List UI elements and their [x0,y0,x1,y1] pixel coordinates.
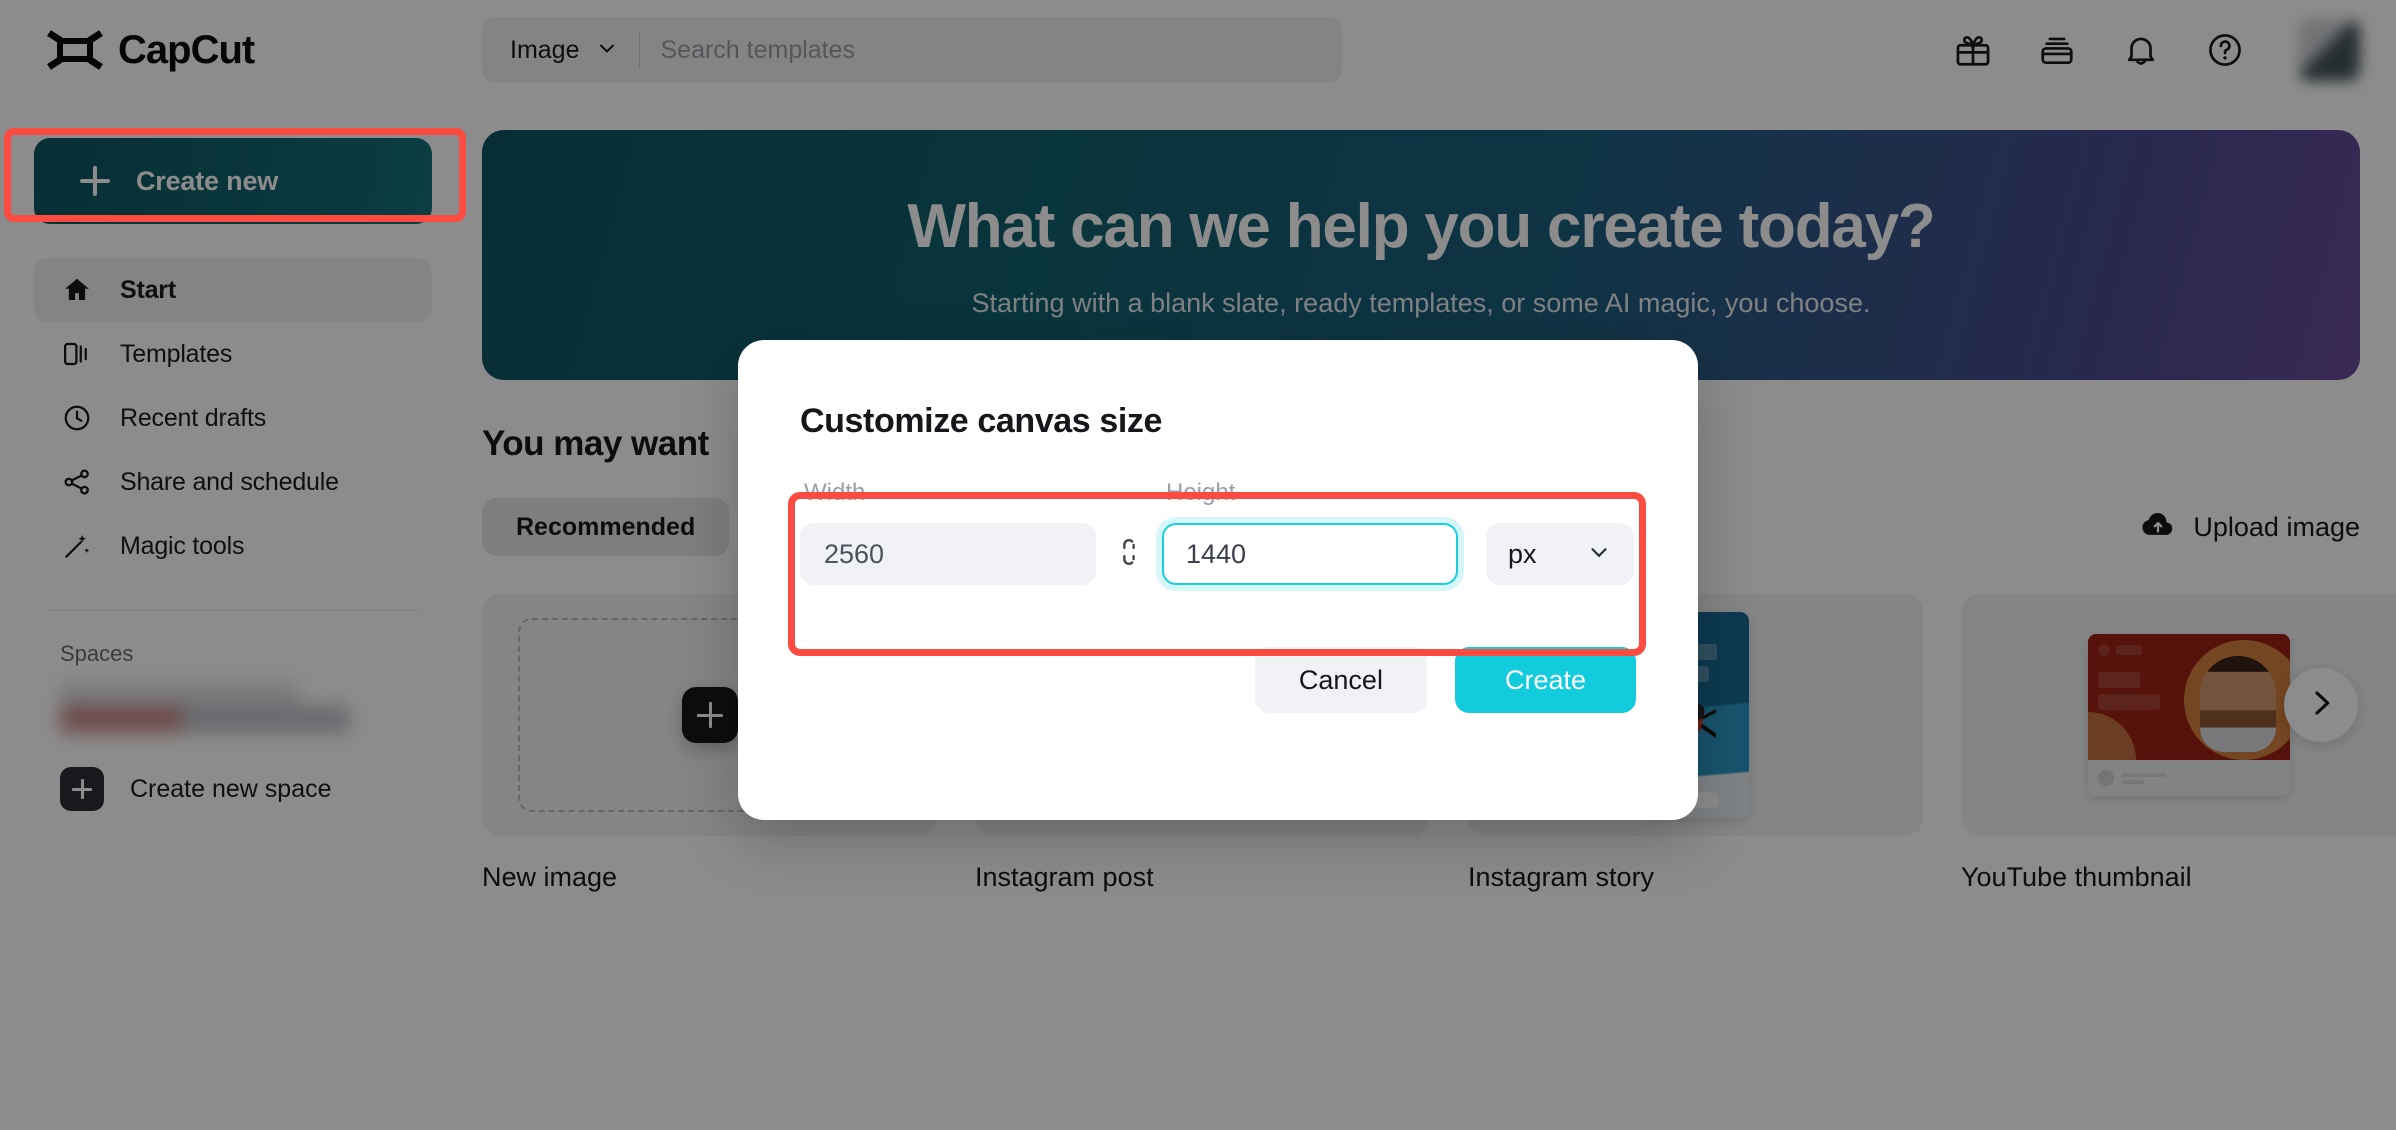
link-dimensions-toggle[interactable] [1096,523,1162,585]
width-label: Width [804,479,866,506]
customize-canvas-size-dialog: Customize canvas size Width Height px [738,340,1698,820]
unit-select[interactable]: px [1486,523,1634,585]
unit-value: px [1508,538,1537,569]
height-label: Height [1166,479,1236,506]
create-button[interactable]: Create [1454,647,1636,713]
unlink-icon [1114,537,1144,572]
chevron-down-icon [1586,539,1612,570]
size-fields-row: Width Height px [800,479,1636,585]
width-input[interactable] [800,523,1096,585]
dialog-actions: Cancel Create [800,647,1636,713]
dialog-title: Customize canvas size [800,402,1162,440]
height-input[interactable] [1162,523,1458,585]
height-field-group: Height [1162,479,1458,585]
cancel-button[interactable]: Cancel [1254,647,1427,713]
width-field-group: Width [800,479,1096,585]
